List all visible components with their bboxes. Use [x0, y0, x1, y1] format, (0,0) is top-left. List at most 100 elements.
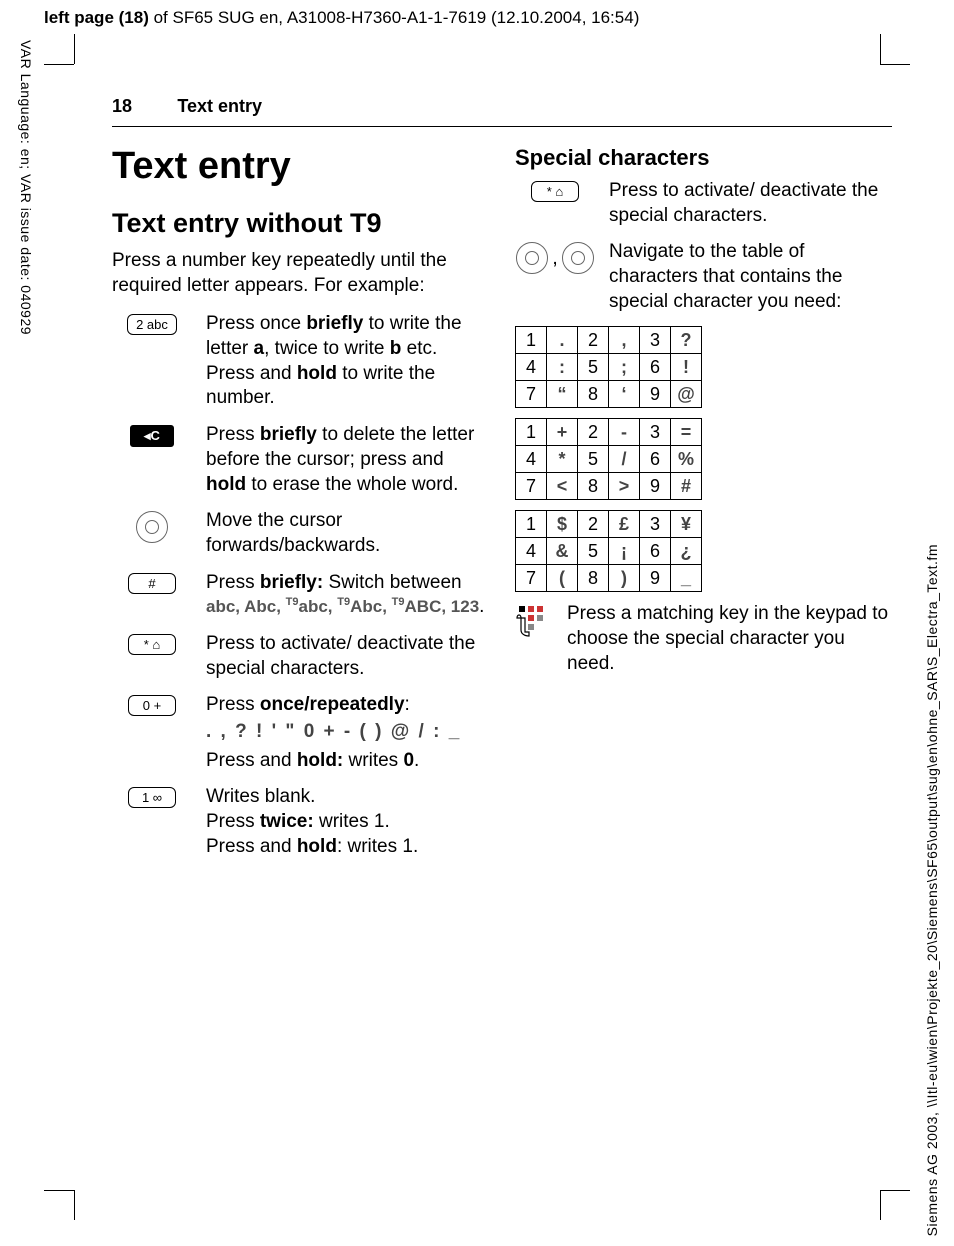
keycap-clear: ◂C	[130, 425, 174, 447]
instruction-text: Press to activate/ deactivate the specia…	[609, 179, 892, 228]
key-cell: * ⌂	[112, 632, 192, 655]
keycap-2abc: 2 abc	[127, 314, 177, 335]
crop-mark	[44, 64, 74, 65]
instruction-text: Press briefly: Switch between abc, Abc, …	[206, 571, 489, 620]
instruction-row: , Navigate to the table of characters th…	[515, 240, 892, 314]
instruction-text: Press to activate/ deactivate the specia…	[206, 632, 489, 681]
nav-horizontal-icon	[562, 242, 594, 274]
char-symbol: =	[671, 419, 702, 446]
instruction-row: 2 abc Press once briefly to write the le…	[112, 312, 489, 411]
zero-char-list: . , ? ! ' " 0 + - ( ) @ / : _	[206, 720, 489, 745]
char-key-num: 1	[516, 511, 547, 538]
char-table: 1$2£3¥4&5¡6¿7(8)9_	[515, 510, 702, 592]
instruction-row: * ⌂ Press to activate/ deactivate the sp…	[112, 632, 489, 681]
char-key-num: 4	[516, 446, 547, 473]
char-key-num: 5	[578, 354, 609, 381]
char-symbol: @	[671, 381, 702, 408]
key-cell: 0 +	[112, 693, 192, 716]
char-key-num: 5	[578, 446, 609, 473]
key-cell	[112, 509, 192, 543]
char-symbol: ¿	[671, 538, 702, 565]
page-number: 18	[112, 96, 132, 116]
char-symbol: )	[609, 565, 640, 592]
keycap-star: * ⌂	[531, 181, 579, 202]
key-cell: 2 abc	[112, 312, 192, 335]
char-key-num: 9	[640, 565, 671, 592]
char-symbol: ¥	[671, 511, 702, 538]
doc-header-rest: of SF65 SUG en, A31008-H7360-A1-1-7619 (…	[149, 8, 640, 27]
running-head: 18 Text entry	[112, 96, 892, 127]
char-symbol: -	[609, 419, 640, 446]
key-cell: ,	[515, 240, 595, 274]
keycap-one: 1 ∞	[128, 787, 176, 808]
instruction-row: 0 + Press once/repeatedly: . , ? ! ' " 0…	[112, 693, 489, 773]
char-key-num: 1	[516, 327, 547, 354]
char-key-num: 2	[578, 511, 609, 538]
side-note-right: Siemens AG 2003, \\Itl-eu\wien\Projekte_…	[924, 544, 940, 1236]
char-symbol: _	[671, 565, 702, 592]
right-column: Special characters * ⌂ Press to activate…	[515, 145, 892, 871]
instruction-text: Navigate to the table of characters that…	[609, 240, 892, 314]
char-symbol: /	[609, 446, 640, 473]
crop-mark	[880, 1190, 910, 1191]
running-title: Text entry	[177, 96, 262, 116]
char-symbol: .	[547, 327, 578, 354]
char-key-num: 5	[578, 538, 609, 565]
instruction-text: Press once briefly to write the letter a…	[206, 312, 489, 411]
char-symbol: ¡	[609, 538, 640, 565]
char-symbol: $	[547, 511, 578, 538]
instruction-row: * ⌂ Press to activate/ deactivate the sp…	[515, 179, 892, 228]
char-symbol: &	[547, 538, 578, 565]
char-table: 1+2-3=4*5/6%7<8>9#	[515, 418, 702, 500]
char-symbol: £	[609, 511, 640, 538]
keycap-hash: #	[128, 573, 176, 594]
nav-vertical-icon	[516, 242, 548, 274]
char-key-num: 2	[578, 419, 609, 446]
key-cell: 1 ∞	[112, 785, 192, 808]
doc-header-prefix: left page (18)	[44, 8, 149, 27]
char-symbol: “	[547, 381, 578, 408]
crop-mark	[44, 1190, 74, 1191]
char-key-num: 8	[578, 381, 609, 408]
char-key-num: 1	[516, 419, 547, 446]
crop-mark	[74, 1190, 75, 1220]
char-key-num: 3	[640, 327, 671, 354]
left-column: Text entry Text entry without T9 Press a…	[112, 145, 489, 871]
char-key-num: 4	[516, 538, 547, 565]
char-key-num: 3	[640, 419, 671, 446]
char-symbol: >	[609, 473, 640, 500]
keypad-hand-icon	[515, 602, 551, 644]
intro-text: Press a number key repeatedly until the …	[112, 249, 489, 298]
char-key-num: 7	[516, 381, 547, 408]
instruction-text: Press once/repeatedly: . , ? ! ' " 0 + -…	[206, 693, 489, 773]
char-symbol: (	[547, 565, 578, 592]
instruction-row: 1 ∞ Writes blank. Press twice: writes 1.…	[112, 785, 489, 859]
instruction-text: Move the cursor forwards/backwards.	[206, 509, 489, 558]
instruction-text: Writes blank. Press twice: writes 1. Pre…	[206, 785, 489, 859]
char-key-num: 3	[640, 511, 671, 538]
instruction-row: Move the cursor forwards/backwards.	[112, 509, 489, 558]
keycap-zero: 0 +	[128, 695, 176, 716]
char-symbol: ;	[609, 354, 640, 381]
char-symbol: ‘	[609, 381, 640, 408]
char-key-num: 2	[578, 327, 609, 354]
char-symbol: :	[547, 354, 578, 381]
mode-list: abc, Abc, T9abc, T9Abc, T9ABC, 123	[206, 597, 479, 616]
char-symbol: #	[671, 473, 702, 500]
key-cell: ◂C	[112, 423, 192, 447]
char-key-num: 4	[516, 354, 547, 381]
char-tables: 1.2,3?4:5;6!7“8‘9@1+2-3=4*5/6%7<8>9#1$2£…	[515, 326, 892, 592]
char-symbol: !	[671, 354, 702, 381]
side-note-left: VAR Language: en; VAR issue date: 040929	[18, 40, 34, 335]
instruction-text: Press briefly to delete the letter befor…	[206, 423, 489, 497]
char-symbol: <	[547, 473, 578, 500]
crop-mark	[880, 64, 910, 65]
key-cell: #	[112, 571, 192, 594]
char-symbol: *	[547, 446, 578, 473]
instruction-row: ◂C Press briefly to delete the letter be…	[112, 423, 489, 497]
crop-mark	[74, 34, 75, 64]
char-key-num: 9	[640, 473, 671, 500]
char-key-num: 8	[578, 473, 609, 500]
nav-horizontal-icon	[136, 511, 168, 543]
nav-icons: ,	[516, 242, 594, 274]
